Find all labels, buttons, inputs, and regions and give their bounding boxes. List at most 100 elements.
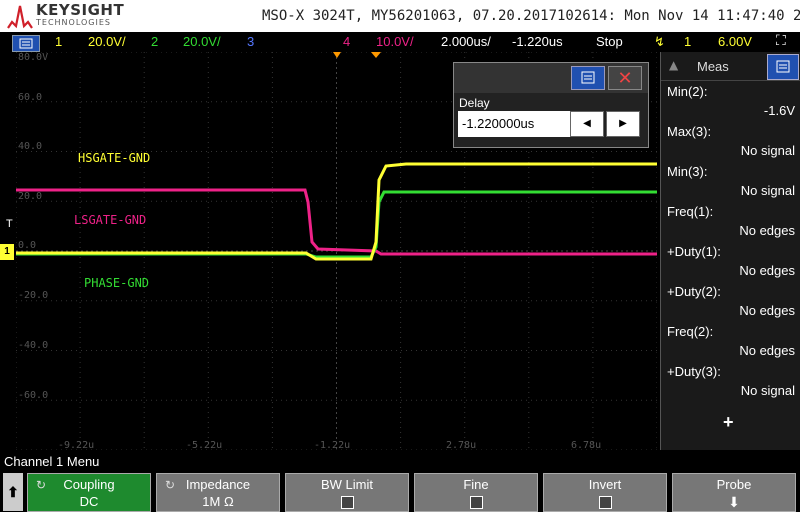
timebase[interactable]: 2.000us/	[441, 34, 491, 49]
meas-item[interactable]: +Duty(2): No edges	[661, 281, 800, 321]
decrease-arrow-icon[interactable]: ◀	[570, 111, 604, 137]
delay-label: Delay	[459, 96, 490, 110]
trace-label-phase: PHASE-GND	[84, 276, 149, 290]
meas-item[interactable]: Max(3): No signal	[661, 121, 800, 161]
brand-sub: TECHNOLOGIES	[36, 18, 111, 27]
y-axis-labels: 80.0V 60.0 40.0 20.0 0.0 -20.0 -40.0 -60.0	[18, 52, 48, 401]
delay-dialog: ✕ Delay -1.220000us ◀ ▶	[453, 62, 649, 148]
meas-label: Freq(2):	[667, 324, 714, 339]
menu-icon	[776, 60, 790, 73]
increase-arrow-icon[interactable]: ▶	[606, 111, 640, 137]
submenu-arrow-icon: ⬇	[728, 494, 740, 510]
main-menu-button[interactable]	[12, 35, 40, 52]
meas-header: ▲ Meas	[661, 52, 800, 81]
meas-value: No edges	[739, 223, 795, 238]
meas-label: +Duty(1):	[667, 244, 721, 259]
softkey-coupling[interactable]: ↻ Coupling DC	[27, 473, 151, 512]
y-tick-label: 80.0V	[18, 52, 48, 63]
delay-marker-icon	[333, 52, 341, 58]
meas-label: +Duty(3):	[667, 364, 721, 379]
ch4-number[interactable]: 4	[343, 34, 350, 49]
meas-item[interactable]: Freq(1): No edges	[661, 201, 800, 241]
softkey-bw-limit[interactable]: BW Limit	[285, 473, 409, 512]
measurements-panel: ▲ Meas Min(2): -1.6V Max(3): No signal Min…	[660, 52, 800, 450]
x-tick-label: -5.22u	[186, 440, 222, 450]
softkey-value: DC	[79, 494, 99, 509]
ch1-ground-marker[interactable]: 1	[0, 244, 14, 260]
softkey-value: 1M Ω	[202, 494, 234, 509]
y-tick-label: -60.0	[18, 390, 48, 401]
meas-label: Max(3):	[667, 124, 712, 139]
softkey-probe[interactable]: Probe ⬇	[672, 473, 796, 512]
ch1-scale[interactable]: 20.0V/	[88, 34, 126, 49]
keysight-logo-icon	[7, 5, 33, 29]
collapse-icon[interactable]: ▲	[669, 58, 678, 72]
up-arrow-icon: ⬆	[7, 484, 19, 500]
meas-item[interactable]: Freq(2): No edges	[661, 321, 800, 361]
title-bar: KEYSIGHT TECHNOLOGIES MSO-X 3024T, MY562…	[0, 0, 800, 32]
meas-menu-button[interactable]	[767, 54, 799, 80]
meas-label: +Duty(2):	[667, 284, 721, 299]
y-tick-label: -20.0	[18, 290, 48, 301]
meas-value: No edges	[739, 263, 795, 278]
y-tick-label: -40.0	[18, 340, 48, 351]
meas-label: Min(2):	[667, 84, 708, 99]
y-tick-label: 60.0	[18, 92, 42, 103]
softkey-impedance[interactable]: ↻ Impedance 1M Ω	[156, 473, 280, 512]
ch4-scale[interactable]: 10.0V/	[376, 34, 414, 49]
run-state[interactable]: Stop	[596, 34, 623, 49]
trace-label-lsgate: LSGATE-GND	[74, 213, 146, 227]
y-tick-label: 20.0	[18, 191, 42, 202]
meas-item[interactable]: Min(3): No signal	[661, 161, 800, 201]
meas-value: -1.6V	[763, 103, 795, 118]
meas-value: No signal	[740, 383, 795, 398]
ch2-number[interactable]: 2	[151, 34, 158, 49]
window-title: MSO-X 3024T, MY56201063, 07.20.201710261…	[262, 8, 800, 24]
dialog-menu-button[interactable]	[571, 66, 605, 90]
trace-label-hsgate: HSGATE-GND	[78, 151, 150, 165]
meas-item[interactable]: +Duty(1): No edges	[661, 241, 800, 281]
fine-checkbox[interactable]	[469, 496, 483, 510]
x-tick-label: 6.78u	[571, 440, 601, 450]
fullscreen-icon[interactable]: ⛶	[776, 32, 786, 49]
delay-readout[interactable]: -1.220us	[512, 34, 563, 49]
trigger-position-icon	[371, 52, 381, 58]
softkey-fine[interactable]: Fine	[414, 473, 538, 512]
invert-checkbox[interactable]	[598, 496, 612, 510]
back-button[interactable]: ⬆	[3, 473, 23, 511]
menu-icon	[581, 71, 595, 84]
softkey-label: Coupling	[63, 477, 115, 492]
delay-dialog-header: ✕	[454, 63, 648, 93]
softkey-label: Invert	[588, 477, 622, 492]
bw-limit-checkbox[interactable]	[340, 496, 354, 510]
left-markers: T 1	[0, 218, 14, 260]
meas-value: No signal	[740, 143, 795, 158]
menu-icon	[19, 38, 33, 49]
y-tick-label: 40.0	[18, 141, 42, 152]
trigger-level-marker: T	[6, 218, 13, 230]
ch2-scale[interactable]: 20.0V/	[183, 34, 221, 49]
softkey-label: BW Limit	[321, 477, 373, 492]
trigger-edge-icon: ↯	[654, 34, 665, 49]
ch3-number[interactable]: 3	[247, 34, 254, 49]
x-tick-label: -9.22u	[58, 440, 94, 450]
delay-field[interactable]: -1.220000us	[458, 111, 570, 137]
meas-value: No edges	[739, 343, 795, 358]
meas-item[interactable]: Min(2): -1.6V	[661, 81, 800, 121]
meas-value: No signal	[740, 183, 795, 198]
softkey-label: Impedance	[185, 477, 251, 492]
close-icon[interactable]: ✕	[608, 66, 642, 90]
ch1-number[interactable]: 1	[55, 34, 62, 49]
softkey-invert[interactable]: Invert	[543, 473, 667, 512]
x-tick-label: -1.22u	[314, 440, 350, 450]
y-tick-label: 0.0	[18, 240, 36, 251]
add-measurement-button[interactable]: +	[723, 412, 734, 433]
trigger-level[interactable]: 6.00V	[718, 34, 752, 49]
softkey-label: Probe	[716, 477, 752, 492]
meas-value: No edges	[739, 303, 795, 318]
x-axis-labels: -9.22u -5.22u -1.22u 2.78u 6.78u	[58, 440, 601, 450]
trigger-channel[interactable]: 1	[684, 34, 691, 49]
meas-label: Freq(1):	[667, 204, 714, 219]
meas-item[interactable]: +Duty(3): No signal	[661, 361, 800, 401]
status-bar: 1 20.0V/ 2 20.0V/ 3 4 10.0V/ 2.000us/ -1…	[0, 32, 800, 52]
